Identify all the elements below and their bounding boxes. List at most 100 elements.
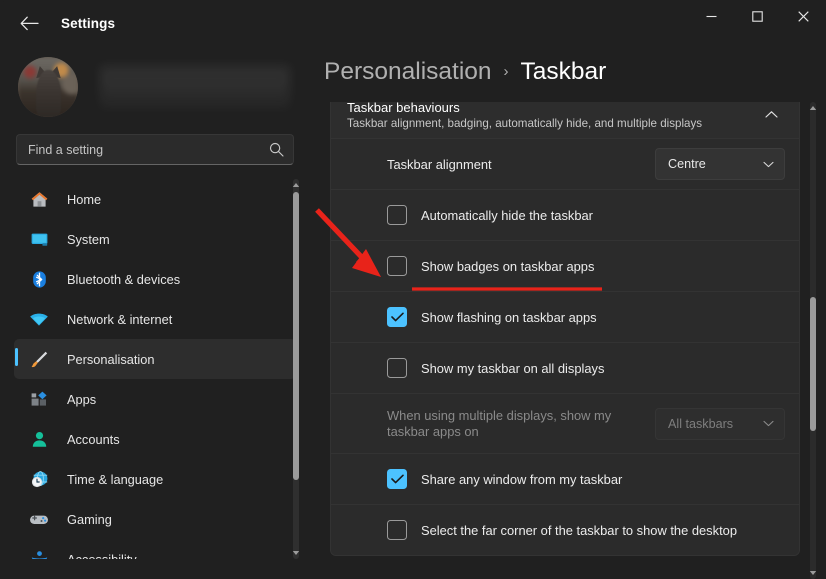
section-title: Taskbar behaviours (347, 102, 460, 115)
monitor-icon (28, 228, 50, 250)
sidebar-item-home[interactable]: Home (14, 179, 296, 219)
window-title: Settings (61, 15, 116, 31)
settings-window: Settings Find a setting Home System Blue… (0, 0, 826, 579)
apps-icon (28, 388, 50, 410)
search-box[interactable] (16, 134, 294, 165)
sidebar-item-gaming[interactable]: Gaming (14, 499, 296, 539)
sidebar-item-label: Time & language (67, 471, 164, 487)
setting-label: Taskbar alignment (387, 156, 492, 172)
checkbox-show-badges[interactable] (387, 256, 407, 276)
setting-label: Share any window from my taskbar (421, 471, 623, 487)
checkbox-auto-hide-taskbar[interactable] (387, 205, 407, 225)
sidebar-item-label: System (67, 231, 110, 247)
close-button[interactable] (780, 0, 826, 33)
accessibility-icon (28, 548, 50, 559)
sidebar-item-label: Personalisation (67, 351, 155, 367)
setting-row-multiple-displays-apps: When using multiple displays, show my ta… (331, 393, 799, 453)
setting-label: Show my taskbar on all displays (421, 360, 605, 376)
sidebar-nav: Home System Bluetooth & devices Network … (0, 179, 310, 559)
window-controls (688, 0, 826, 33)
account-name-redacted (100, 65, 290, 109)
close-icon (797, 11, 809, 22)
breadcrumb-parent-link[interactable]: Personalisation (324, 58, 492, 86)
sidebar-item-apps[interactable]: Apps (14, 379, 296, 419)
chevron-down-icon (763, 420, 774, 427)
setting-label: Show flashing on taskbar apps (421, 309, 597, 325)
dropdown-value: Centre (668, 157, 706, 171)
setting-row-auto-hide-taskbar[interactable]: Automatically hide the taskbar (331, 189, 799, 240)
sidebar-item-label: Bluetooth & devices (67, 271, 181, 287)
avatar (18, 57, 78, 117)
wifi-icon (28, 308, 50, 330)
section-subtitle: Taskbar alignment, badging, automaticall… (347, 116, 703, 130)
breadcrumb: Personalisation › Taskbar (310, 46, 826, 102)
sidebar-item-label: Network & internet (67, 311, 173, 327)
sidebar-item-personalisation[interactable]: Personalisation (14, 339, 296, 379)
setting-label: Select the far corner of the taskbar to … (421, 522, 737, 538)
maximize-button[interactable] (734, 0, 780, 33)
setting-label: Show badges on taskbar apps (421, 258, 595, 274)
chevron-up-icon (764, 111, 778, 118)
page-title: Taskbar (520, 58, 607, 85)
content-scrollbar[interactable] (806, 102, 820, 579)
search-container (0, 120, 310, 165)
sidebar-item-label: Accessibility (67, 551, 137, 560)
sidebar-scrollbar-thumb[interactable] (293, 192, 299, 480)
main-content: Personalisation › Taskbar Taskbar behavi… (310, 46, 826, 579)
setting-label: Automatically hide the taskbar (421, 207, 593, 223)
search-icon (269, 142, 284, 162)
content-scroll-down-arrow[interactable] (807, 567, 819, 579)
checkbox-show-flashing[interactable] (387, 307, 407, 327)
content-scroll-up-arrow[interactable] (807, 102, 819, 114)
setting-row-taskbar-all-displays[interactable]: Show my taskbar on all displays (331, 342, 799, 393)
sidebar-item-accounts[interactable]: Accounts (14, 419, 296, 459)
taskbar-behaviours-card: Taskbar behaviours Taskbar alignment, ba… (330, 102, 800, 556)
section-header-taskbar-behaviours[interactable]: Taskbar behaviours Taskbar alignment, ba… (331, 102, 799, 138)
search-input[interactable] (17, 142, 293, 157)
user-profile[interactable] (0, 46, 310, 120)
content-scrollbar-thumb[interactable] (810, 297, 816, 431)
minimize-button[interactable] (688, 0, 734, 33)
chevron-down-icon (763, 161, 774, 167)
dropdown-value: All taskbars (668, 416, 734, 431)
sidebar: Home System (0, 46, 310, 579)
paintbrush-icon (28, 348, 50, 370)
back-button[interactable] (12, 6, 46, 40)
bluetooth-icon (28, 268, 50, 290)
checkbox-share-any-window[interactable] (387, 469, 407, 489)
setting-row-far-corner-desktop[interactable]: Select the far corner of the taskbar to … (331, 504, 799, 555)
sidebar-item-label: Apps (67, 391, 97, 407)
sidebar-item-label: Gaming (67, 511, 112, 527)
sidebar-item-label: Home (67, 191, 102, 207)
sidebar-scroll-down-arrow[interactable] (290, 547, 302, 559)
sidebar-item-time-language[interactable]: Time & language (14, 459, 296, 499)
back-arrow-icon (20, 16, 39, 30)
collapse-section-button[interactable] (757, 102, 785, 129)
sidebar-scrollbar[interactable] (290, 179, 302, 559)
maximize-icon (751, 11, 763, 22)
gamepad-icon (28, 508, 50, 530)
person-icon (28, 428, 50, 450)
sidebar-item-bluetooth-devices[interactable]: Bluetooth & devices (14, 259, 296, 299)
clock-globe-icon (28, 468, 50, 490)
setting-row-show-flashing[interactable]: Show flashing on taskbar apps (331, 291, 799, 342)
setting-label: When using multiple displays, show my ta… (387, 407, 612, 439)
settings-scroll-area: Taskbar behaviours Taskbar alignment, ba… (330, 102, 800, 579)
sidebar-scroll-up-arrow[interactable] (290, 179, 302, 191)
sidebar-item-network-internet[interactable]: Network & internet (14, 299, 296, 339)
breadcrumb-separator: › (503, 63, 509, 80)
setting-row-show-badges[interactable]: Show badges on taskbar apps (331, 240, 799, 291)
title-bar: Settings (0, 0, 826, 46)
setting-row-share-any-window[interactable]: Share any window from my taskbar (331, 453, 799, 504)
sidebar-item-system[interactable]: System (14, 219, 296, 259)
taskbar-alignment-dropdown[interactable]: Centre (655, 148, 785, 180)
home-icon (28, 188, 50, 210)
checkbox-far-corner-desktop[interactable] (387, 520, 407, 540)
checkbox-taskbar-all-displays[interactable] (387, 358, 407, 378)
sidebar-item-label: Accounts (67, 431, 120, 447)
multiple-displays-apps-dropdown: All taskbars (655, 407, 785, 440)
sidebar-item-accessibility[interactable]: Accessibility (14, 539, 296, 559)
checkmark-icon (390, 474, 404, 484)
checkmark-icon (390, 312, 404, 322)
minimize-icon (706, 15, 716, 18)
